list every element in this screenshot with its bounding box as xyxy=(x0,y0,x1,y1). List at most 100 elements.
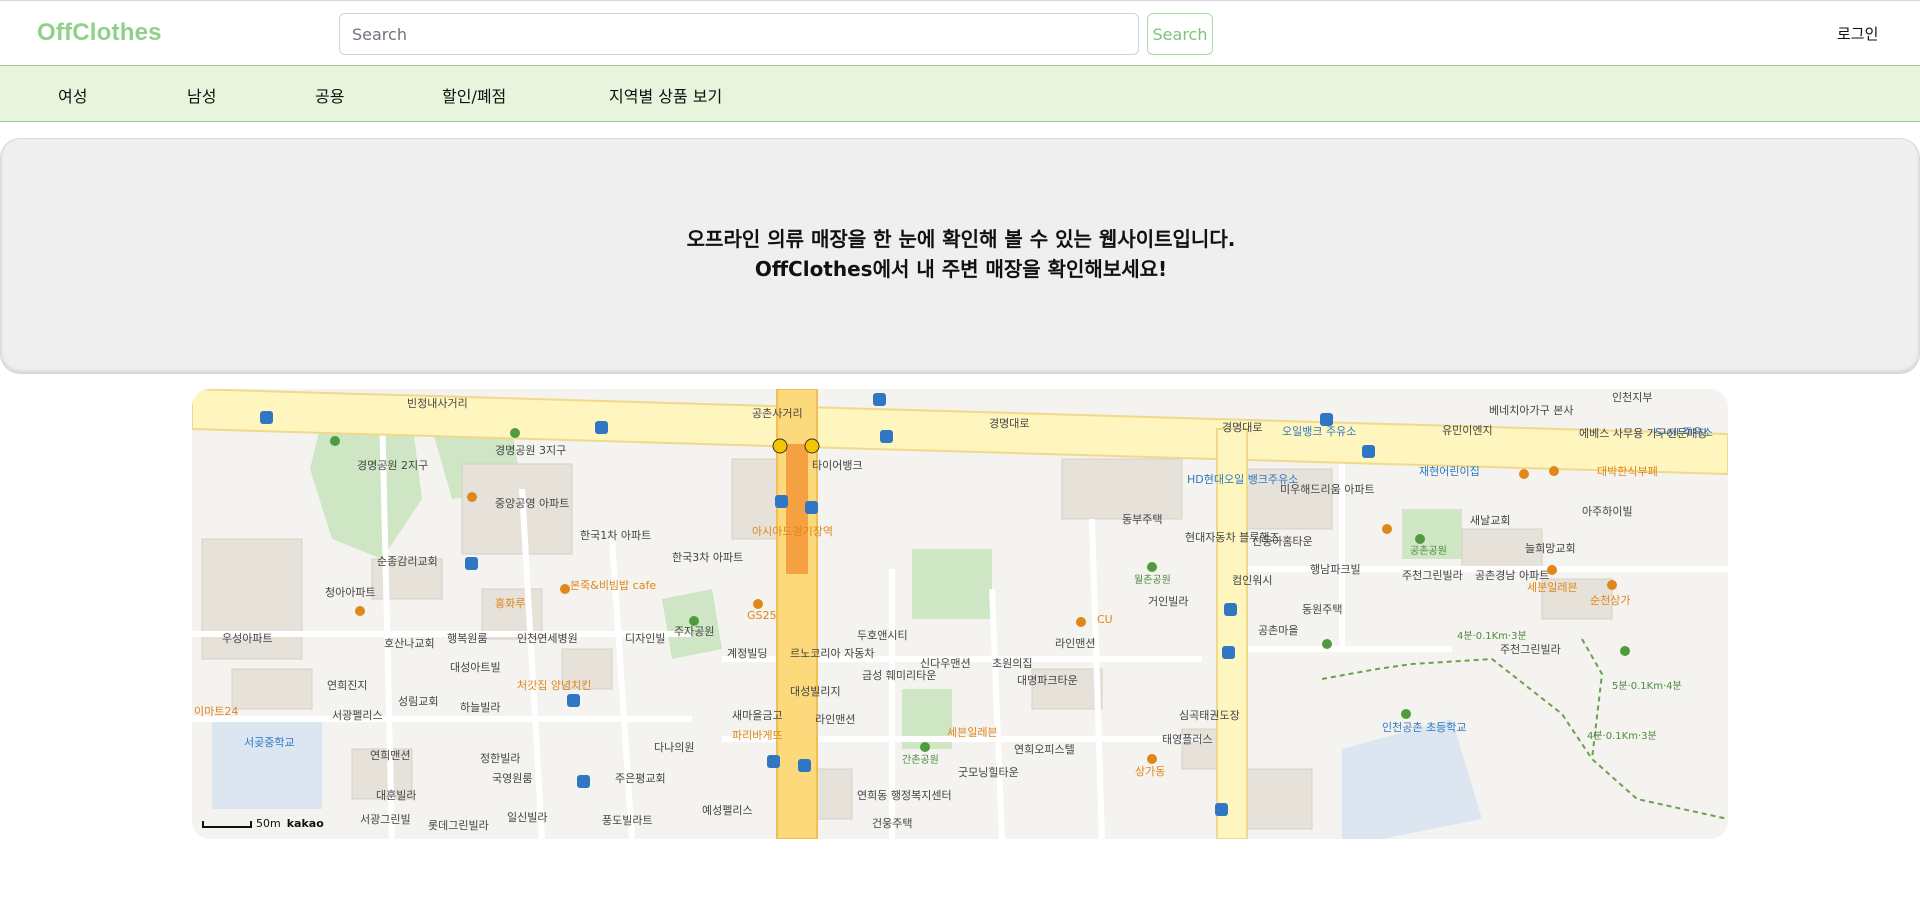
map-label: 연희진지 xyxy=(327,679,367,692)
shop-marker-icon xyxy=(1549,466,1559,476)
intro-banner: 오프라인 의류 매장을 한 눈에 확인해 볼 수 있는 웹사이트입니다. Off… xyxy=(0,138,1920,374)
map-label: 공촌공원 xyxy=(1410,545,1447,557)
map-label: 행남파크빌 xyxy=(1310,563,1361,576)
shop-marker-icon xyxy=(753,599,763,609)
map-label: 주천그린빌라 xyxy=(1500,642,1561,656)
map-canvas[interactable]: 빈정내사거리 공촌사거리 경명대로 경명공원 2지구 경명공원 3지구 중앙공영… xyxy=(192,389,1728,839)
map-label: 연희오피스텔 xyxy=(1014,743,1075,756)
search-button[interactable]: Search xyxy=(1147,13,1213,55)
map-provider-logo: kakao xyxy=(286,817,324,830)
map-label: 세븐일레븐 xyxy=(947,725,998,739)
login-link[interactable]: 로그인 xyxy=(1837,23,1878,44)
map-label: 한국1차 아파트 xyxy=(580,529,651,542)
map-label: 파리바게뜨 xyxy=(732,729,783,742)
map-label: 두호앤시티 xyxy=(857,629,908,642)
map-label: 연희맨션 xyxy=(370,749,410,762)
map-label: 라인맨션 xyxy=(1055,637,1095,650)
site-logo[interactable]: OffClothes xyxy=(37,19,162,47)
bus-stop-icon xyxy=(567,694,580,707)
bus-stop-icon xyxy=(465,557,478,570)
map-label: 호산나교회 xyxy=(384,637,435,650)
store-map[interactable]: 빈정내사거리 공촌사거리 경명대로 경명공원 2지구 경명공원 3지구 중앙공영… xyxy=(192,389,1728,839)
bus-stop-icon xyxy=(873,393,886,406)
bus-stop-icon xyxy=(1362,445,1375,458)
map-label: 경명대로 xyxy=(989,417,1029,430)
shop-marker-icon xyxy=(1382,524,1392,534)
nav-item-men[interactable]: 남성 xyxy=(187,83,216,107)
map-label: 르노코리아 자동차 xyxy=(790,647,874,660)
map-label: GS25 xyxy=(747,609,777,622)
map-label: 새마을금고 xyxy=(732,709,783,722)
shop-marker-icon xyxy=(355,606,365,616)
map-label: 정한빌라 xyxy=(480,752,520,765)
map-label: 연희동 행정복지센터 xyxy=(857,789,952,802)
map-label: 일신빌라 xyxy=(507,810,547,824)
map-label: 성림교회 xyxy=(398,695,438,708)
map-label: 다나의원 xyxy=(654,741,694,754)
map-label: 서곶중학교 xyxy=(244,736,295,749)
map-label: 컴인워시 xyxy=(1232,574,1272,587)
map-label: 대박한식부페 xyxy=(1597,465,1658,478)
school-zone xyxy=(212,719,322,809)
trail-marker-icon xyxy=(1401,709,1411,719)
trail-marker-icon xyxy=(1620,646,1630,656)
map-scale: 50m kakao xyxy=(202,817,324,830)
nav-item-unisex[interactable]: 공용 xyxy=(315,83,344,107)
bus-stop-icon xyxy=(767,755,780,768)
map-label: 새날교회 xyxy=(1470,514,1510,527)
scale-bar xyxy=(202,820,252,828)
map-label: 행복원룸 xyxy=(447,632,487,645)
park-area xyxy=(912,549,992,619)
subway-platform xyxy=(786,444,808,574)
nav-item-regional-products[interactable]: 지역별 상품 보기 xyxy=(609,83,722,107)
map-label: 처갓집 양념치킨 xyxy=(517,679,591,692)
map-label: 굿모닝힐타운 xyxy=(958,766,1019,779)
bus-stop-icon xyxy=(1222,646,1235,659)
park-marker-icon xyxy=(330,436,340,446)
bus-stop-icon xyxy=(880,430,893,443)
subway-line-badge-icon xyxy=(772,438,788,454)
map-label: CU xyxy=(1097,613,1113,626)
map-label: 늘희망교회 xyxy=(1525,542,1576,555)
map-label: 이마트24 xyxy=(194,705,238,718)
map-label: 공촌마을 xyxy=(1258,624,1298,637)
search-input[interactable] xyxy=(339,13,1139,55)
map-label: 상가동 xyxy=(1135,765,1165,778)
bus-stop-icon xyxy=(595,421,608,434)
map-label: 롯데그린빌라 xyxy=(428,819,489,832)
map-label: 월촌공원 xyxy=(1134,574,1171,586)
map-label: 중앙공영 아파트 xyxy=(495,497,569,510)
map-label: 계정빌딩 xyxy=(727,647,767,660)
map-label: 인천지부 xyxy=(1612,390,1652,404)
nav-item-women[interactable]: 여성 xyxy=(58,83,87,107)
map-label: 주자공원 xyxy=(674,625,714,638)
bus-stop-icon xyxy=(775,495,788,508)
park-marker-icon xyxy=(689,616,699,626)
park-marker-icon xyxy=(510,428,520,438)
map-label: 라인맨션 xyxy=(815,713,855,726)
map-label: 미우해드리움 아파트 xyxy=(1280,482,1375,496)
map-label: 인천공촌 초등학교 xyxy=(1382,720,1466,734)
map-label: 재현어린이집 xyxy=(1419,465,1480,478)
map-label: 금성 훼미리타운 xyxy=(862,669,936,682)
map-label: 대성빌리지 xyxy=(790,685,841,698)
nav-item-sale-closed[interactable]: 할인/폐점 xyxy=(442,83,506,107)
bus-stop-icon xyxy=(1224,603,1237,616)
park-marker-icon xyxy=(1147,562,1157,572)
map-label: 주천그린빌라 xyxy=(1402,568,1463,582)
map-label: 풍도빌라트 xyxy=(602,814,653,827)
bus-stop-icon xyxy=(577,775,590,788)
map-label: 타이어뱅크 xyxy=(812,459,863,472)
intro-line-2: OffClothes에서 내 주변 매장을 확인해보세요! xyxy=(754,257,1168,281)
shop-marker-icon xyxy=(1547,565,1557,575)
map-label: 경명공원 2지구 xyxy=(357,459,428,472)
scale-label: 50m xyxy=(256,817,281,830)
map-label: 간촌공원 xyxy=(902,754,939,766)
map-label: 동원주택 xyxy=(1302,603,1342,616)
shop-marker-icon xyxy=(1147,754,1157,764)
map-label: 유민이엔지 xyxy=(1442,424,1493,437)
category-nav: 여성 남성 공용 할인/폐점 지역별 상품 보기 xyxy=(0,65,1920,122)
map-label: 세분일레븐 xyxy=(1527,580,1578,594)
map-label: 신동아홈타운 xyxy=(1252,534,1313,548)
map-label: 본죽&비빔밥 cafe xyxy=(570,579,656,592)
